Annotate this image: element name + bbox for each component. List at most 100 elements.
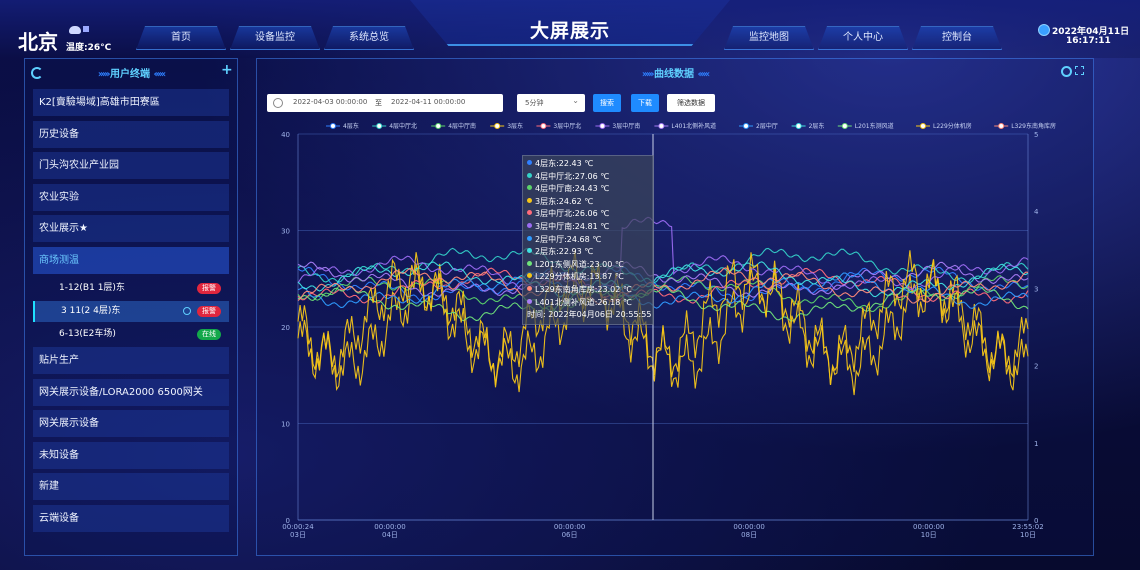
x-tick-label: 23:55:02 [1012, 523, 1043, 531]
nav-monitor-map[interactable]: 监控地图 [724, 26, 814, 50]
legend-marker[interactable] [599, 123, 606, 129]
series-dot-icon [527, 223, 532, 228]
chevrons-left-icon: ‹‹‹‹‹ [153, 69, 166, 80]
temperature-line-chart[interactable]: 40302010054321000:00:2403日00:00:0004日00:… [256, 58, 1092, 554]
sub-item-active[interactable]: 3 11(2 4层)东 报警 [33, 301, 229, 322]
user-terminal-panel: ››››› 用户终端 ‹‹‹‹‹ + K2[賣驗場域]高雄市田寮區 历史设备 门… [24, 58, 238, 556]
legend-marker[interactable] [920, 123, 926, 129]
legend-label[interactable]: L229分体机房 [933, 122, 972, 130]
series-dot-icon [527, 286, 532, 291]
x-tick-label: 00:00:00 [733, 523, 764, 531]
legend-marker[interactable] [540, 123, 547, 129]
menu-item[interactable]: 新建 [33, 473, 229, 500]
legend-marker[interactable] [998, 123, 1005, 129]
add-icon[interactable]: + [221, 63, 233, 77]
legend-label[interactable]: 3层中厅北 [553, 122, 581, 130]
chart-tooltip: 4层东:22.43 ℃ 4层中厅北:27.06 ℃ 4层中厅南:24.43 ℃ 3层东… [522, 155, 654, 325]
menu-item[interactable]: 网关展示设备 [33, 410, 229, 437]
city-label: 北京 [18, 30, 58, 54]
nav-personal-center[interactable]: 个人中心 [818, 26, 908, 50]
legend-marker[interactable] [658, 123, 665, 129]
tooltip-row: 4层东:22.43 ℃ [527, 158, 593, 170]
settings-icon[interactable] [183, 307, 191, 315]
sub-item-label: 6-13(E2车场) [59, 329, 116, 339]
legend-label[interactable]: L329东南角库房 [1011, 122, 1056, 130]
page-title: 大屏展示 [529, 20, 610, 42]
tooltip-row: L401北侧补风道:26.18 ℃ [527, 297, 632, 309]
x-tick-label: 00:00:00 [554, 523, 585, 531]
nav-home[interactable]: 首页 [136, 26, 226, 50]
sub-item-label: 1-12(B1 1层)东 [59, 283, 125, 293]
legend-marker[interactable] [743, 123, 749, 129]
legend-label[interactable]: 2层东 [809, 122, 825, 130]
panel-title: ››››› 用户终端 ‹‹‹‹‹ [25, 65, 237, 80]
legend-label[interactable]: 3层东 [507, 122, 523, 130]
tooltip-value: L329东南角库房:23.02 ℃ [535, 285, 632, 294]
y2-tick-label: 5 [1034, 131, 1038, 139]
series-dot-icon [527, 185, 532, 191]
tooltip-value: 3层东:24.62 ℃ [535, 196, 594, 206]
tooltip-time: 时间: 2022年04月06日 20:55:55 [527, 310, 652, 320]
menu-item[interactable]: 历史设备 [33, 120, 229, 148]
series-dot-icon [527, 235, 532, 241]
series-dot-icon [527, 210, 532, 216]
tooltip-row: L229分体机房:13.87 ℃ [527, 271, 624, 283]
clock-icon [1038, 24, 1050, 36]
menu-item[interactable]: 农业展示★ [33, 215, 229, 242]
tooltip-row: 3层中厅南:24.81 ℃ [527, 221, 609, 233]
sub-item-label: 3 11(2 4层)东 [61, 306, 121, 316]
chevrons-right-icon: ››››› [97, 69, 111, 80]
menu-item-selected[interactable]: 商场测温 [33, 246, 229, 274]
tooltip-row: 4层中厅南:24.43 ℃ [527, 183, 609, 195]
tooltip-value: 4层中厅北:27.06 ℃ [535, 171, 610, 181]
legend-label[interactable]: 4层东 [343, 122, 359, 130]
menu-item[interactable]: 门头沟农业产业园 [33, 152, 229, 179]
legend-marker[interactable] [330, 123, 336, 129]
alarm-badge: 报警 [197, 283, 221, 294]
sub-item[interactable]: 6-13(E2车场) 在线 [33, 324, 229, 345]
nav-system-overview[interactable]: 系统总览 [324, 26, 414, 50]
legend-marker[interactable] [435, 123, 442, 129]
legend-marker[interactable] [841, 123, 848, 129]
nav-console[interactable]: 控制台 [912, 26, 1002, 50]
x-tick-sublabel: 10日 [921, 531, 937, 539]
menu-item[interactable]: 农业实验 [33, 183, 229, 211]
tooltip-value: L401北侧补风道:26.18 ℃ [535, 297, 632, 307]
series-dot-icon [527, 273, 532, 279]
menu-item[interactable]: 贴片生产 [33, 347, 229, 374]
y-tick-label: 20 [281, 324, 290, 332]
legend-marker[interactable] [376, 123, 383, 129]
menu-item[interactable]: 未知设备 [33, 441, 229, 469]
x-tick-label: 00:00:24 [282, 523, 314, 531]
x-tick-sublabel: 04日 [382, 531, 398, 539]
series-dot-icon [527, 172, 532, 178]
series-dot-icon [527, 298, 532, 304]
menu-item[interactable]: K2[賣驗場域]高雄市田寮區 [33, 89, 229, 116]
menu-item[interactable]: 云端设备 [33, 504, 229, 532]
tooltip-row: L329东南角库房:23.02 ℃ [527, 284, 632, 296]
sub-item[interactable]: 1-12(B1 1层)东 报警 [33, 278, 229, 299]
series-dot-icon [527, 260, 532, 266]
tooltip-value: 4层中厅南:24.43 ℃ [535, 184, 610, 194]
tooltip-row: 4层中厅北:27.06 ℃ [527, 171, 609, 183]
tooltip-value: L201东侧风道:23.00 ℃ [535, 259, 624, 269]
nav-device-monitor[interactable]: 设备监控 [230, 26, 320, 50]
legend-marker[interactable] [795, 123, 802, 129]
y2-tick-label: 3 [1034, 285, 1038, 293]
tooltip-value: 3层中厅北:26.06 ℃ [535, 209, 610, 219]
terminal-menu: K2[賣驗場域]高雄市田寮區 历史设备 门头沟农业产业园 农业实验 农业展示★ … [33, 89, 229, 536]
legend-label[interactable]: L401北侧补风道 [671, 122, 716, 130]
y2-tick-label: 4 [1034, 208, 1039, 216]
y-tick-label: 10 [281, 421, 290, 429]
menu-item[interactable]: 网关展示设备/LORA2000 6500网关 [33, 378, 229, 406]
x-tick-sublabel: 06日 [562, 531, 578, 539]
legend-label[interactable]: 4层中厅南 [448, 122, 476, 130]
series-dot-icon [527, 248, 532, 254]
series-dot-icon [527, 160, 532, 165]
legend-label[interactable]: 3层中厅南 [612, 122, 640, 130]
legend-marker[interactable] [494, 123, 501, 129]
legend-label[interactable]: 4层中厅北 [389, 122, 417, 130]
legend-label[interactable]: 2层中厅 [756, 122, 778, 130]
legend-label[interactable]: L201东测风道 [855, 122, 894, 130]
tooltip-row: L201东侧风道:23.00 ℃ [527, 259, 624, 271]
